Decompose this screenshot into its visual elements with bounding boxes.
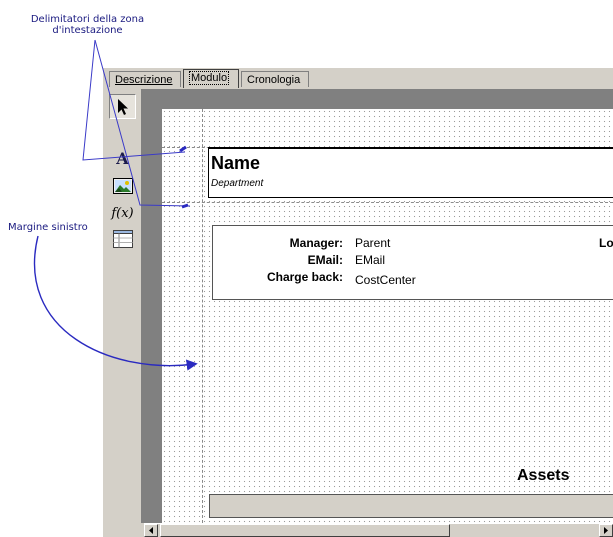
header-delimiters-callout: Delimitatori della zona d'intestazione <box>30 14 145 36</box>
formula-tool-button[interactable]: f(x) <box>109 201 136 226</box>
tab-descrizione[interactable]: Descrizione <box>109 71 181 87</box>
header-bottom-delimiter[interactable] <box>162 202 613 203</box>
arrow-left-icon <box>149 527 153 534</box>
manager-field[interactable]: Parent <box>355 236 390 250</box>
tab-cronologia-label: Cronologia <box>247 74 301 86</box>
arrow-right-icon <box>604 527 608 534</box>
header-zone[interactable]: Name Department <box>208 147 613 198</box>
tab-descrizione-label: Descrizione <box>115 74 173 86</box>
email-label: EMail: <box>307 253 343 267</box>
form-designer-window: Descrizione Modulo Cronologia A f(x) Nam… <box>103 68 613 537</box>
department-field[interactable]: Department <box>211 178 263 189</box>
pointer-arrow-icon <box>117 98 128 115</box>
scroll-left-button[interactable] <box>144 524 158 537</box>
location-label: Loc <box>599 236 613 250</box>
text-tool-button[interactable]: A <box>109 146 136 171</box>
pointer-tool-button[interactable] <box>109 94 136 119</box>
chargeback-label: Charge back: <box>266 270 343 284</box>
formula-tool-icon: f(x) <box>111 206 134 221</box>
text-tool-icon: A <box>116 149 129 168</box>
toolbox: A f(x) <box>106 91 138 249</box>
image-tool-button[interactable] <box>109 173 136 198</box>
name-field[interactable]: Name <box>211 153 260 174</box>
assets-list[interactable] <box>209 494 613 518</box>
table-tool-button[interactable] <box>109 226 136 251</box>
details-box[interactable]: Manager: Parent EMail: EMail Charge back… <box>212 225 613 300</box>
form-editor: Name Department Manager: Parent EMail: E… <box>141 89 613 523</box>
scroll-right-button[interactable] <box>599 524 613 537</box>
left-margin-callout: Margine sinistro <box>8 222 88 233</box>
tab-cronologia[interactable]: Cronologia <box>241 71 309 87</box>
scroll-thumb[interactable] <box>160 524 450 537</box>
horizontal-scrollbar[interactable] <box>144 523 613 537</box>
form-canvas[interactable]: Name Department Manager: Parent EMail: E… <box>162 109 613 523</box>
assets-title: Assets <box>517 467 570 484</box>
chargeback-field[interactable]: CostCenter <box>355 273 416 287</box>
email-field[interactable]: EMail <box>355 253 385 267</box>
manager-label: Manager: <box>289 236 343 250</box>
tab-modulo-label: Modulo <box>189 71 230 85</box>
table-tool-icon <box>112 229 133 248</box>
tab-modulo[interactable]: Modulo <box>183 69 239 88</box>
image-tool-icon <box>112 177 133 194</box>
left-margin-guide[interactable] <box>202 109 203 523</box>
